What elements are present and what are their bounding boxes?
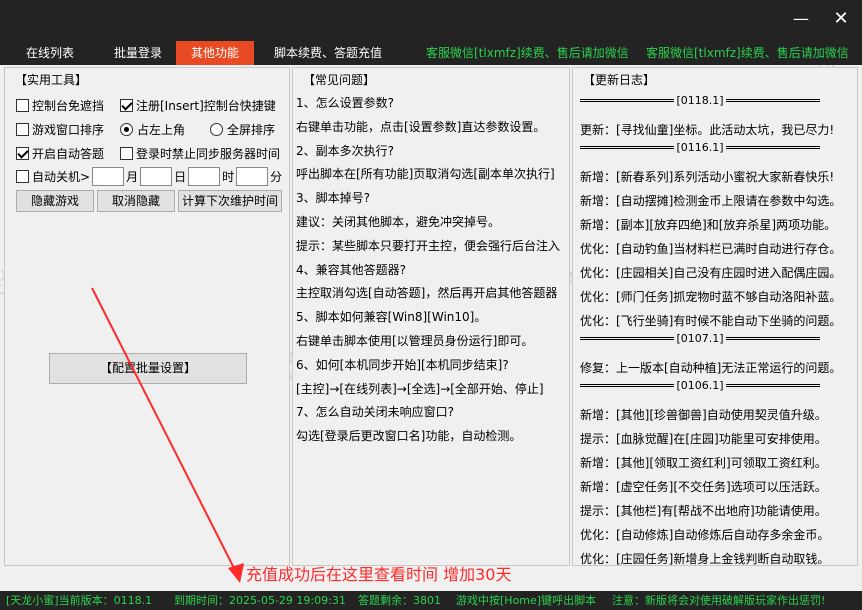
status-bar: [天龙小蜜]当前版本：0118.1 到期时间：2025-05-29 19:09:… (0, 591, 862, 610)
hotkey-label: 游戏中按[Home]键呼出脚本 (456, 594, 597, 607)
notice-label: 注意：新版将会对使用破解版玩家作出惩罚! (612, 594, 826, 607)
answers-left-label: 答题剩余：3801 (358, 594, 441, 607)
annotation-arrow (91, 287, 244, 583)
annotation-text: 充值成功后在这里查看时间 增加30天 (246, 565, 512, 584)
version-label: [天龙小蜜]当前版本：0118.1 (6, 594, 153, 607)
expiry-label: 到期时间：2025-05-29 19:09:31 (174, 594, 346, 607)
